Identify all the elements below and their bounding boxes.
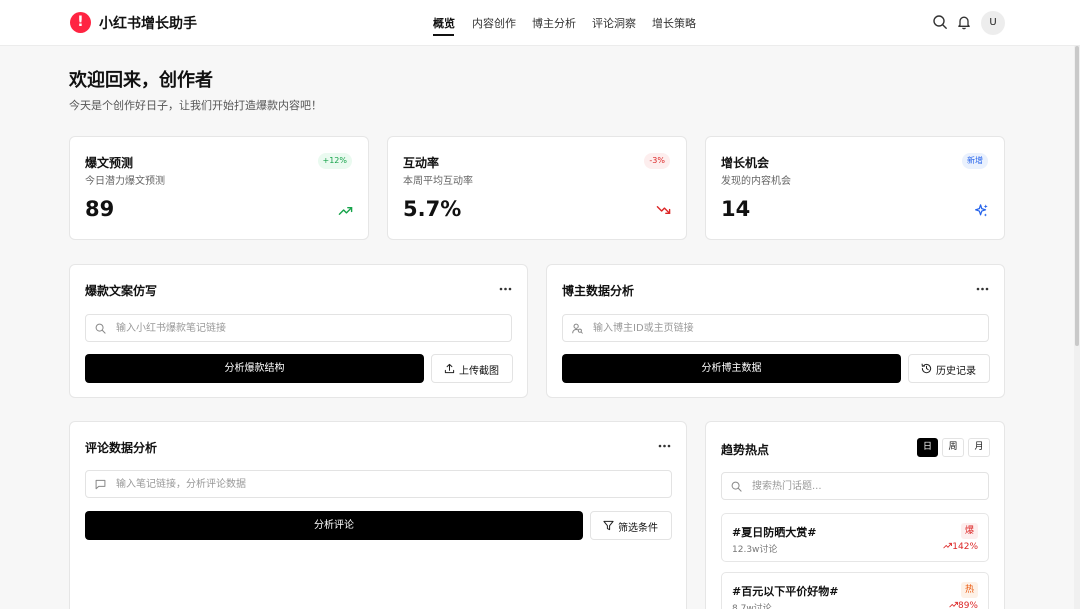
app-title[interactable]: 小红书增长助手 — [99, 13, 197, 33]
period-tab-month[interactable]: 月 — [968, 438, 990, 457]
more-icon[interactable] — [976, 287, 989, 291]
nav-item-blogger-analysis[interactable]: 博主分析 — [532, 15, 576, 31]
trend-heat-tag: 热 — [961, 582, 978, 598]
stat-description: 今日潜力爆文预测 — [85, 176, 165, 187]
stat-value: 5.7% — [403, 197, 462, 221]
comment-link-input[interactable] — [116, 471, 666, 497]
stat-description: 发现的内容机会 — [721, 176, 791, 187]
avatar[interactable]: U — [981, 11, 1005, 35]
welcome-subtitle: 今天是个创作好日子，让我们开始打造爆款内容吧！ — [69, 99, 322, 112]
card-title: 博主数据分析 — [562, 284, 635, 298]
card-title: 评论数据分析 — [85, 441, 158, 455]
button-label: 上传截图 — [459, 366, 499, 377]
analyze-blogger-button[interactable]: 分析博主数据 — [562, 354, 901, 383]
comment-analysis-card: 评论数据分析 分析评论 筛选条件 — [69, 421, 687, 609]
trend-growth-value: 89% — [957, 601, 978, 609]
blogger-id-input-box — [562, 314, 989, 342]
button-label: 筛选条件 — [618, 523, 658, 534]
search-icon — [95, 323, 106, 334]
trend-topic-name: #百元以下平价好物# — [732, 585, 839, 598]
stat-card-growth-opportunities: 增长机会 发现的内容机会 14 新增 — [705, 136, 1005, 240]
trend-topic-name: #夏日防晒大赏# — [732, 526, 817, 539]
stat-title: 互动率 — [403, 156, 440, 170]
bell-icon[interactable] — [956, 14, 972, 30]
trend-heat-tag: 爆 — [961, 523, 978, 539]
user-search-icon — [572, 323, 583, 334]
trend-discussion-count: 12.3w讨论 — [732, 545, 778, 555]
stat-change-badge: +12% — [317, 153, 352, 169]
upload-icon — [444, 363, 455, 374]
search-icon — [731, 481, 742, 492]
trend-growth: 89% — [949, 601, 978, 609]
logo-icon[interactable]: ! — [70, 12, 91, 33]
period-tab-day[interactable]: 日 — [917, 438, 938, 457]
scrollbar-thumb[interactable] — [1075, 46, 1079, 346]
history-icon — [921, 363, 932, 374]
topic-search-input[interactable] — [752, 473, 982, 499]
trending-up-icon — [338, 206, 353, 215]
more-icon[interactable] — [658, 444, 671, 448]
trend-item[interactable]: #百元以下平价好物# 8.7w讨论 热 89% — [721, 572, 989, 609]
trending-topics-card: 趋势热点 日 周 月 #夏日防晒大赏# 12.3w讨论 爆 142% #百元以下… — [705, 421, 1005, 609]
stat-change-badge: 新增 — [962, 153, 988, 169]
trending-up-icon — [943, 542, 953, 549]
topic-search-box — [721, 472, 989, 500]
history-button[interactable]: 历史记录 — [908, 354, 990, 383]
nav-active-indicator — [433, 34, 454, 36]
nav-item-comment-insights[interactable]: 评论洞察 — [592, 15, 636, 31]
trend-growth: 142% — [943, 542, 978, 552]
card-title: 爆款文案仿写 — [85, 284, 158, 298]
blogger-analysis-card: 博主数据分析 分析博主数据 历史记录 — [546, 264, 1005, 398]
analyze-structure-button[interactable]: 分析爆款结构 — [85, 354, 424, 383]
stat-card-viral-prediction: 爆文预测 今日潜力爆文预测 89 +12% — [69, 136, 369, 240]
trending-up-icon — [949, 601, 958, 608]
analyze-comments-button[interactable]: 分析评论 — [85, 511, 583, 540]
trend-item[interactable]: #夏日防晒大赏# 12.3w讨论 爆 142% — [721, 513, 989, 562]
blogger-id-input[interactable] — [593, 315, 983, 341]
period-tab-week[interactable]: 周 — [942, 438, 964, 457]
stat-value: 14 — [721, 197, 751, 221]
nav-item-content-creation[interactable]: 内容创作 — [472, 15, 516, 31]
stat-card-engagement-rate: 互动率 本周平均互动率 5.7% -3% — [387, 136, 687, 240]
stat-description: 本周平均互动率 — [403, 176, 473, 187]
trending-down-icon — [656, 206, 671, 215]
stat-title: 爆文预测 — [85, 156, 134, 170]
stat-value: 89 — [85, 197, 115, 221]
trend-growth-value: 142% — [952, 542, 978, 552]
stat-change-badge: -3% — [644, 153, 670, 169]
button-label: 历史记录 — [936, 366, 976, 377]
message-icon — [95, 479, 106, 490]
trend-discussion-count: 8.7w讨论 — [732, 604, 772, 609]
note-link-input-box — [85, 314, 512, 342]
filter-conditions-button[interactable]: 筛选条件 — [590, 511, 672, 540]
stat-title: 增长机会 — [721, 156, 770, 170]
filter-icon — [603, 520, 614, 531]
top-header: ! 小红书增长助手 概览 内容创作 博主分析 评论洞察 增长策略 U — [0, 0, 1080, 46]
nav-item-overview[interactable]: 概览 — [433, 15, 455, 31]
nav-item-growth-strategy[interactable]: 增长策略 — [652, 15, 696, 31]
search-icon[interactable] — [932, 14, 948, 30]
page-scrollbar[interactable] — [1074, 46, 1080, 609]
more-icon[interactable] — [499, 287, 512, 291]
upload-screenshot-button[interactable]: 上传截图 — [431, 354, 513, 383]
sparkles-icon — [974, 204, 988, 217]
welcome-title: 欢迎回来，创作者 — [69, 70, 213, 91]
comment-link-input-box — [85, 470, 672, 498]
copywriting-card: 爆款文案仿写 分析爆款结构 上传截图 — [69, 264, 528, 398]
card-title: 趋势热点 — [721, 443, 770, 457]
note-link-input[interactable] — [116, 315, 506, 341]
